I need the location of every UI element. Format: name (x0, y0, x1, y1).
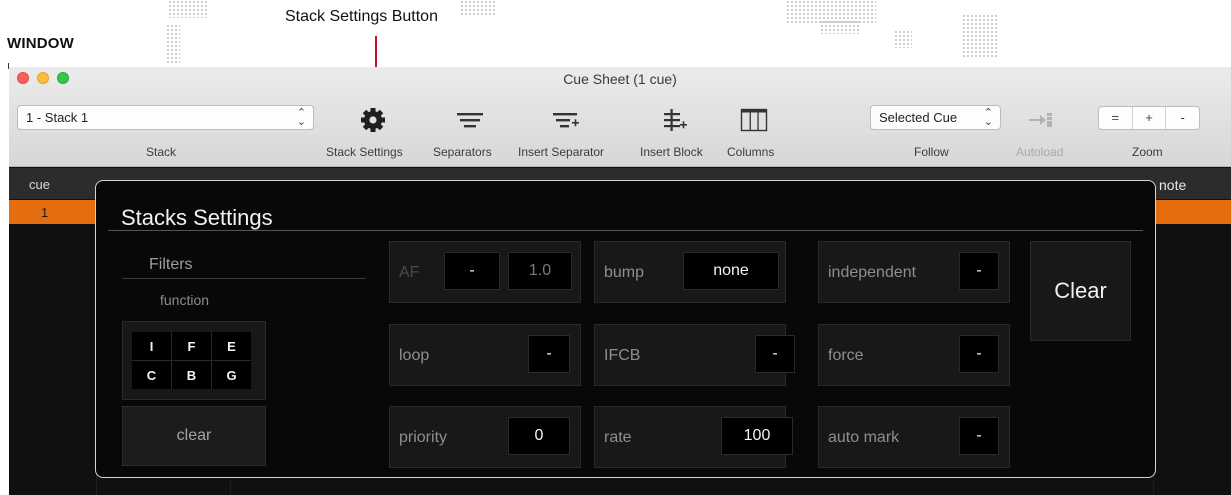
filters-label: Filters (149, 256, 193, 273)
insert-separator-icon[interactable] (551, 105, 581, 135)
ifcb-toggle[interactable]: - (755, 335, 795, 373)
af-mode-button[interactable]: - (444, 252, 500, 290)
world-map-dots (166, 24, 180, 64)
zoom-out-button[interactable]: - (1166, 107, 1199, 129)
bump-label: bump (604, 264, 645, 281)
ifcb-label: IFCB (604, 347, 641, 364)
columns-icon[interactable] (739, 105, 769, 135)
loop-label: loop (399, 347, 430, 364)
insert-block-button[interactable]: Insert Block (640, 145, 703, 159)
function-label: function (160, 292, 210, 308)
function-filter-c[interactable]: C (132, 361, 171, 389)
world-map-dots (820, 20, 860, 34)
separators-icon[interactable] (455, 105, 485, 135)
auto-mark-setting: auto mark - (818, 406, 1010, 468)
stack-settings-annotation: Stack Settings Button (285, 8, 438, 25)
loop-setting: loop - (389, 324, 581, 386)
function-filter-e[interactable]: E (212, 332, 251, 360)
zoom-in-button[interactable]: + (1133, 107, 1167, 129)
insert-separator-button[interactable]: Insert Separator (518, 145, 604, 159)
force-label: force (828, 347, 864, 364)
zoom-reset-button[interactable]: = (1099, 107, 1133, 129)
rate-setting: rate 100 (594, 406, 793, 468)
cue-column-header[interactable]: cue (29, 177, 50, 192)
world-map-dots (894, 30, 912, 48)
rate-value-field[interactable]: 100 (721, 417, 793, 455)
panel-title-divider (108, 230, 1143, 231)
af-value-field[interactable]: 1.0 (508, 252, 572, 290)
autoload-button[interactable]: Autoload (1016, 145, 1063, 159)
rate-label: rate (604, 429, 632, 446)
af-label: AF (399, 264, 420, 281)
stack-label: Stack (146, 145, 177, 159)
ifcb-setting: IFCB - (594, 324, 795, 386)
function-filter-f[interactable]: F (172, 332, 211, 360)
world-map-dots (460, 0, 496, 16)
stack-settings-button[interactable]: Stack Settings (326, 145, 403, 159)
chevron-up-down-icon: ⌃ ⌄ (296, 107, 306, 128)
function-filter-b[interactable]: B (172, 361, 211, 389)
gear-icon[interactable] (358, 105, 388, 135)
independent-toggle[interactable]: - (959, 252, 999, 290)
world-map-dots (962, 14, 998, 58)
force-setting: force - (818, 324, 1010, 386)
clear-filters-button[interactable]: clear (122, 406, 266, 466)
world-map-dots (168, 0, 208, 18)
zoom-control: = + - (1098, 106, 1200, 130)
autoload-icon[interactable] (1026, 105, 1056, 135)
separators-button[interactable]: Separators (433, 145, 492, 159)
zoom-label: Zoom (1132, 145, 1163, 159)
stack-select[interactable]: 1 - Stack 1 ⌃ ⌄ (17, 105, 314, 130)
loop-toggle[interactable]: - (528, 335, 570, 373)
window-title: Cue Sheet (1 cue) (563, 71, 677, 87)
priority-setting: priority 0 (389, 406, 581, 468)
follow-label: Follow (914, 145, 949, 159)
clear-button[interactable]: Clear (1030, 241, 1131, 341)
window-annotation: WINDOW (7, 35, 75, 52)
af-setting: AF - 1.0 (389, 241, 581, 303)
force-toggle[interactable]: - (959, 335, 999, 373)
auto-mark-label: auto mark (828, 429, 900, 446)
auto-mark-toggle[interactable]: - (959, 417, 999, 455)
follow-select[interactable]: Selected Cue ⌃ ⌄ (870, 105, 1001, 130)
chevron-up-down-icon: ⌃ ⌄ (983, 107, 993, 128)
priority-label: priority (399, 429, 448, 446)
cue-number: 1 (41, 205, 49, 220)
function-filter-g[interactable]: G (212, 361, 251, 389)
columns-button[interactable]: Columns (727, 145, 774, 159)
priority-value-field[interactable]: 0 (508, 417, 570, 455)
filters-divider (122, 278, 366, 279)
stack-select-value: 1 - Stack 1 (26, 110, 89, 125)
stacks-settings-title: Stacks Settings (121, 205, 273, 230)
toolbar: Cue Sheet (1 cue) 1 - Stack 1 ⌃ ⌄ Stack S… (9, 67, 1231, 167)
independent-setting: independent - (818, 241, 1010, 303)
bump-value-button[interactable]: none (683, 252, 779, 290)
independent-label: independent (828, 264, 917, 281)
follow-select-value: Selected Cue (879, 110, 958, 125)
function-filter-grid: I F E C B G (132, 332, 251, 389)
bump-setting: bump none (594, 241, 786, 303)
function-filter-i[interactable]: I (132, 332, 171, 360)
insert-block-icon[interactable] (660, 105, 690, 135)
note-column-header[interactable]: note (1159, 177, 1186, 193)
